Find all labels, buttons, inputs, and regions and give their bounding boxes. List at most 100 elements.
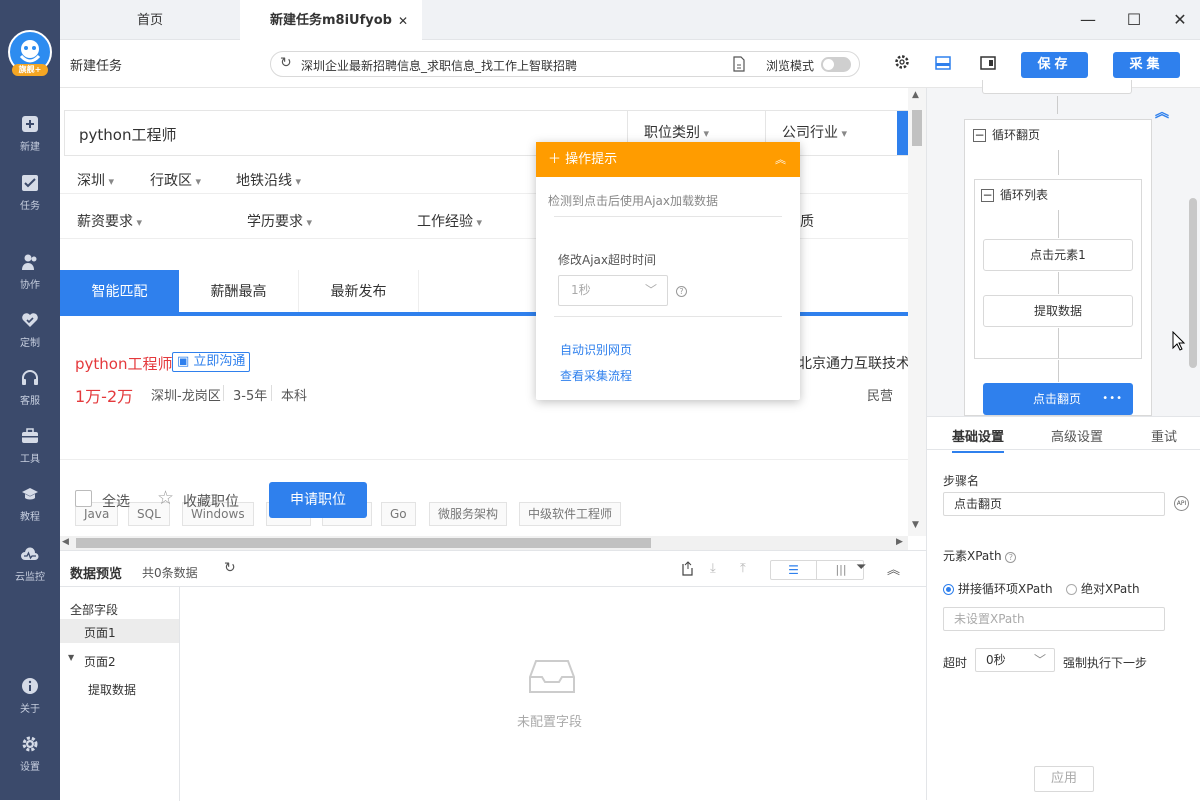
scroll-up-icon[interactable]: ▲	[912, 90, 919, 100]
nav-item-cloud-monitor[interactable]: 云监控	[0, 545, 60, 593]
nav-item-settings[interactable]: 设置	[0, 735, 60, 783]
ajax-timeout-select[interactable]: 1秒 ﹀	[558, 275, 668, 306]
caret-down-icon[interactable]: ▼	[68, 653, 74, 662]
collapse-icon[interactable]: ︽	[775, 142, 786, 177]
tree-all-fields[interactable]: 全部字段	[70, 601, 118, 618]
search-button-edge[interactable]	[897, 111, 908, 155]
layout-vertical-icon[interactable]	[980, 56, 996, 74]
refresh-icon[interactable]: ↻	[280, 55, 292, 71]
scroll-left-icon[interactable]: ◀	[62, 537, 69, 547]
select-all-checkbox[interactable]	[75, 490, 92, 507]
collapse-icon[interactable]: ︽	[887, 559, 900, 578]
collapse-minus-icon[interactable]: −	[981, 189, 994, 202]
nav-item-tools[interactable]: 工具	[0, 427, 60, 475]
nav-item-support[interactable]: 客服	[0, 369, 60, 417]
tab-advanced-settings[interactable]: 高级设置	[1051, 426, 1103, 445]
export-icon[interactable]	[680, 561, 694, 580]
scroll-right-icon[interactable]: ▶	[896, 537, 903, 547]
loop-list-box[interactable]: − 循环列表 点击元素1 提取数据	[974, 179, 1142, 359]
subway-filter[interactable]: 地铁沿线	[236, 170, 301, 190]
auto-detect-link[interactable]: 自动识别网页	[560, 341, 632, 358]
tab-new-task[interactable]: 新建任务m8iUfyob ✕	[240, 0, 422, 40]
scroll-down-icon[interactable]: ▼	[912, 520, 919, 530]
radio-absolute-xpath[interactable]: 绝对XPath	[1066, 580, 1140, 597]
sort-tab-latest[interactable]: 最新发布	[299, 270, 419, 312]
layout-horizontal-icon[interactable]	[935, 56, 951, 74]
radio-off-icon[interactable]	[1066, 584, 1077, 595]
view-flow-link[interactable]: 查看采集流程	[560, 367, 632, 384]
collect-button[interactable]: 采集	[1113, 52, 1180, 78]
browse-mode-toggle[interactable]	[821, 57, 851, 72]
radio-on-icon[interactable]	[943, 584, 954, 595]
tab-retry[interactable]: 重试	[1151, 426, 1177, 445]
company-nature-filter[interactable]: 质	[800, 211, 814, 231]
city-filter[interactable]: 深圳	[77, 170, 114, 190]
sort-tab-smart[interactable]: 智能匹配	[60, 270, 179, 312]
web-horizontal-scrollbar[interactable]: ◀ ▶	[60, 536, 908, 550]
district-filter[interactable]: 行政区	[150, 170, 201, 190]
flow-node-click-next-page[interactable]: 点击翻页 •••	[983, 383, 1133, 415]
flow-node-partial[interactable]	[982, 80, 1132, 94]
settings-gear-icon[interactable]	[894, 54, 910, 74]
list-view-icon[interactable]: ☰	[771, 561, 817, 579]
favorite-label[interactable]: 收藏职位	[183, 491, 239, 511]
web-vertical-scrollbar[interactable]: ▲ ▼	[908, 88, 926, 536]
more-icon[interactable]: •••	[1102, 383, 1123, 415]
flow-scrollbar[interactable]	[1189, 198, 1197, 368]
nav-label: 云监控	[15, 572, 45, 583]
job-title-link[interactable]: python工程师	[75, 353, 172, 374]
download-icon[interactable]: ⤓	[710, 561, 716, 576]
flow-node-extract-data[interactable]: 提取数据	[983, 295, 1133, 327]
nav-item-tasks[interactable]: 任务	[0, 174, 60, 222]
step-name-input[interactable]: 点击翻页	[943, 492, 1165, 516]
collapse-up-icon[interactable]: ︽	[1155, 102, 1169, 122]
tree-item-page1[interactable]: 页面1	[60, 619, 179, 643]
sort-tab-salary[interactable]: 薪酬最高	[179, 270, 299, 312]
timeout-select[interactable]: 0秒 ﹀	[975, 648, 1055, 672]
divider	[60, 459, 908, 460]
scroll-thumb[interactable]	[76, 538, 651, 548]
nav-item-about[interactable]: 关于	[0, 677, 60, 725]
save-button[interactable]: 保存	[1021, 52, 1088, 78]
nav-item-new[interactable]: 新建	[0, 115, 60, 163]
flow-node-click-element[interactable]: 点击元素1	[983, 239, 1133, 271]
upload-icon[interactable]: ⤒	[740, 561, 746, 576]
tab-basic-settings[interactable]: 基础设置	[952, 426, 1005, 453]
collapse-minus-icon[interactable]: −	[973, 129, 986, 142]
scroll-thumb[interactable]	[912, 110, 922, 146]
flow-connector	[1057, 96, 1058, 114]
tree-item-page2[interactable]: 页面2	[84, 653, 116, 670]
xpath-input[interactable]: 未设置XPath	[943, 607, 1165, 631]
chat-now-button[interactable]: ▣ 立即沟通	[172, 352, 251, 372]
document-icon[interactable]	[732, 56, 746, 76]
api-icon[interactable]: API	[1174, 496, 1189, 511]
apply-button[interactable]: 应用	[1034, 766, 1094, 792]
refresh-icon[interactable]: ↻	[224, 560, 236, 576]
maximize-icon[interactable]: ☐	[1122, 8, 1146, 32]
company-name[interactable]: 北京通力互联技术服	[798, 353, 908, 373]
window-close-icon[interactable]: ✕	[1168, 8, 1192, 32]
help-icon[interactable]: ?	[1005, 552, 1017, 563]
nav-label: 关于	[20, 704, 40, 715]
loop-page-box[interactable]: − 循环翻页 − 循环列表 点击元素1 提取数据 点击翻页 •••	[964, 119, 1152, 416]
popup-header: ＋ 操作提示 ︽	[536, 142, 800, 177]
experience-filter[interactable]: 工作经验	[417, 211, 482, 231]
apply-job-button[interactable]: 申请职位	[269, 482, 367, 518]
view-toggle: ☰ |||	[770, 560, 864, 580]
tab-home[interactable]: 首页	[60, 0, 240, 40]
filter-icon[interactable]: ⏷	[856, 560, 866, 575]
nav-item-custom[interactable]: 定制	[0, 311, 60, 359]
nav-item-tutorial[interactable]: 教程	[0, 485, 60, 533]
help-icon[interactable]: ?	[676, 286, 687, 297]
tree-item-extract[interactable]: 提取数据	[88, 681, 136, 698]
salary-filter[interactable]: 薪资要求	[77, 211, 142, 231]
minimize-icon[interactable]: —	[1076, 8, 1100, 32]
nav-label: 任务	[20, 201, 40, 212]
radio-concat-xpath[interactable]: 拼接循环项XPath	[943, 580, 1053, 597]
star-icon[interactable]: ☆	[157, 487, 174, 509]
url-bar[interactable]: ↻ 深圳企业最新招聘信息_求职信息_找工作上智联招聘 浏览模式	[270, 51, 860, 77]
search-input[interactable]: python工程师	[79, 124, 176, 145]
close-icon[interactable]: ✕	[398, 0, 408, 42]
nav-item-collab[interactable]: 协作	[0, 253, 60, 301]
education-filter[interactable]: 学历要求	[247, 211, 312, 231]
